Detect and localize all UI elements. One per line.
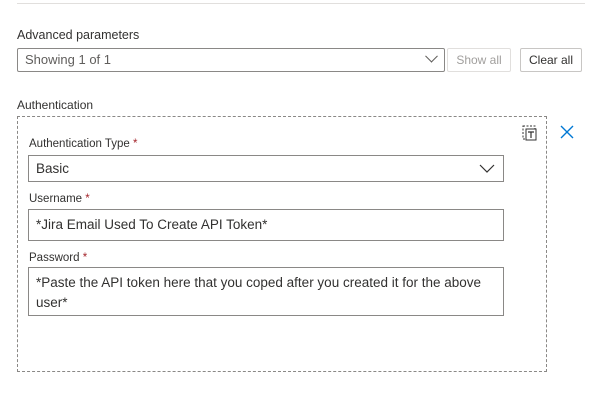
chevron-down-icon bbox=[425, 49, 438, 63]
password-label: Password * bbox=[29, 252, 88, 264]
authentication-label: Authentication bbox=[17, 98, 94, 112]
chevron-down-icon bbox=[479, 164, 495, 173]
advanced-parameters-label: Advanced parameters bbox=[17, 28, 140, 42]
text-mode-icon[interactable] bbox=[521, 124, 539, 142]
clear-all-button[interactable]: Clear all bbox=[520, 48, 582, 72]
divider bbox=[17, 3, 585, 4]
show-all-button[interactable]: Show all bbox=[447, 48, 511, 72]
password-input[interactable]: *Paste the API token here that you coped… bbox=[28, 267, 504, 316]
close-icon[interactable] bbox=[560, 125, 574, 139]
auth-type-select[interactable]: Basic bbox=[28, 155, 504, 182]
advanced-parameters-dropdown[interactable]: Showing 1 of 1 bbox=[17, 48, 445, 72]
username-input[interactable]: *Jira Email Used To Create API Token* bbox=[28, 209, 504, 241]
dropdown-value: Showing 1 of 1 bbox=[25, 52, 112, 67]
auth-type-label: Authentication Type * bbox=[29, 138, 138, 150]
username-label: Username * bbox=[29, 193, 90, 205]
